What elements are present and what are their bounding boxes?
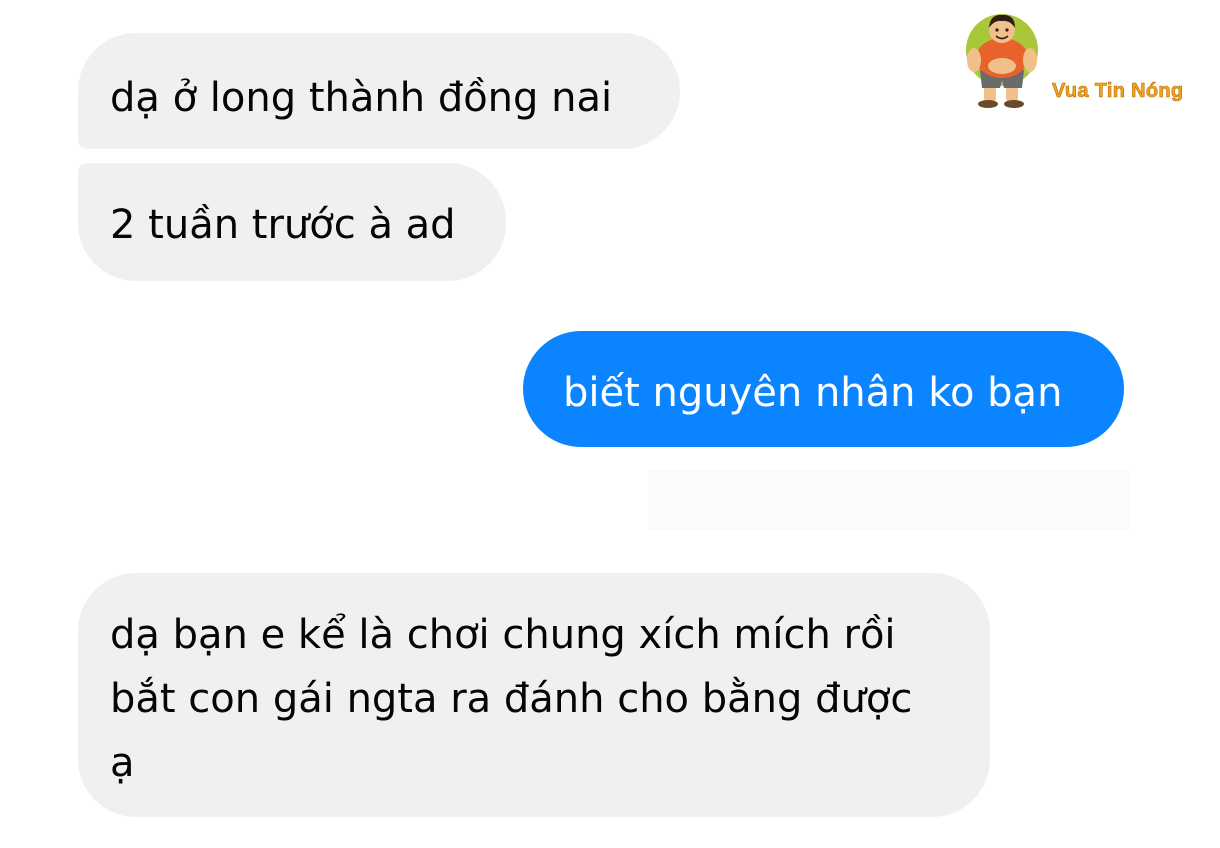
message-text: dạ ở long thành đồng nai: [110, 75, 613, 121]
message-bubble-outgoing: biết nguyên nhân ko bạn: [523, 331, 1124, 447]
chat-screenshot: dạ ở long thành đồng nai 2 tuần trước à …: [0, 0, 1220, 848]
message-bubble-incoming: dạ bạn e kể là chơi chung xích mích rồi …: [78, 573, 990, 817]
message-bubble-incoming: 2 tuần trước à ad: [78, 163, 506, 281]
blurred-area: [648, 470, 1130, 530]
watermark: Vua Tin Nóng: [960, 8, 1210, 112]
message-text: 2 tuần trước à ad: [110, 202, 456, 248]
message-text: biết nguyên nhân ko bạn: [563, 370, 1063, 416]
message-text-line: ạ: [110, 740, 135, 786]
message-bubble-incoming: dạ ở long thành đồng nai: [78, 33, 680, 149]
watermark-text: Vua Tin Nóng: [1052, 80, 1184, 103]
mascot-logo-icon: [966, 14, 1038, 108]
message-text-line: bắt con gái ngta ra đánh cho bằng được: [110, 676, 913, 722]
message-text-line: dạ bạn e kể là chơi chung xích mích rồi: [110, 612, 896, 658]
